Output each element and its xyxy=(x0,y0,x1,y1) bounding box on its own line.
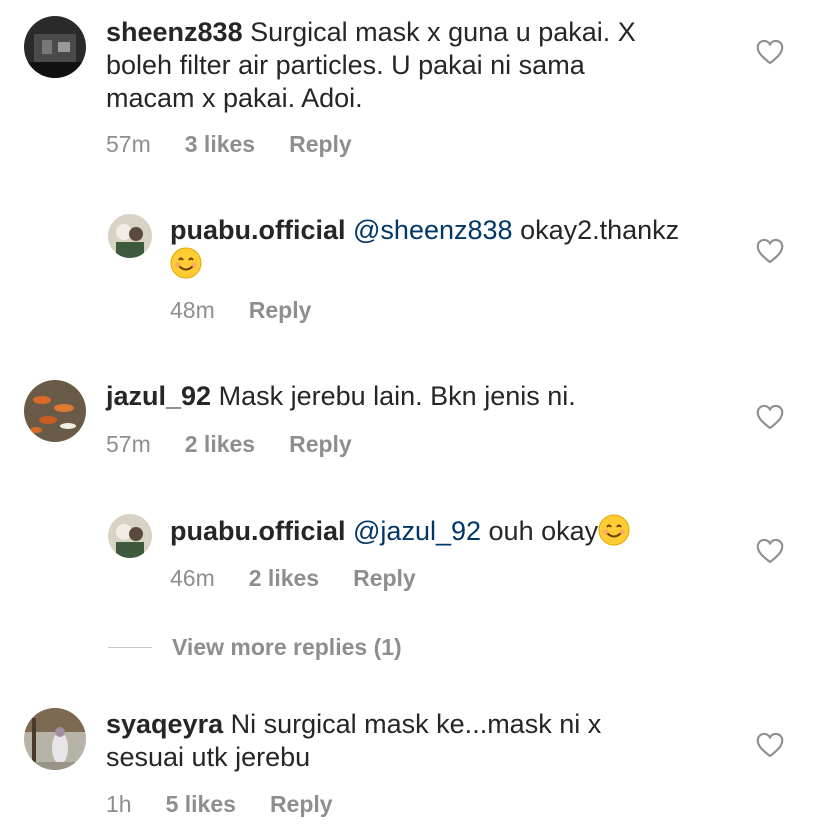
likes-count[interactable]: 3 likes xyxy=(185,131,255,158)
comment-meta: 57m 2 likes Reply xyxy=(106,431,386,458)
heart-icon[interactable] xyxy=(756,732,784,758)
avatar[interactable] xyxy=(108,214,152,258)
smiling-face-emoji-icon xyxy=(598,514,630,546)
avatar[interactable] xyxy=(24,708,86,770)
comment-meta: 57m 3 likes Reply xyxy=(106,131,386,158)
comment-meta: 1h 5 likes Reply xyxy=(106,791,367,818)
reply-button[interactable]: Reply xyxy=(289,131,352,158)
heart-icon[interactable] xyxy=(756,538,784,564)
comment-text: sheenz838 Surgical mask x guna u pakai. … xyxy=(106,17,636,113)
likes-count[interactable]: 5 likes xyxy=(166,791,236,818)
comment-meta: 46m 2 likes Reply xyxy=(170,565,450,592)
likes-count[interactable]: 2 likes xyxy=(185,431,255,458)
reply-button[interactable]: Reply xyxy=(270,791,333,818)
comment-meta: 48m Reply xyxy=(170,297,345,324)
view-more-replies-label[interactable]: View more replies (1) xyxy=(172,634,402,661)
username[interactable]: syaqeyra xyxy=(106,709,223,739)
timestamp: 57m xyxy=(106,431,151,457)
reply-button[interactable]: Reply xyxy=(289,431,352,458)
username[interactable]: puabu.official xyxy=(170,516,346,546)
comment-text: jazul_92 Mask jerebu lain. Bkn jenis ni. xyxy=(106,381,576,411)
divider xyxy=(108,647,152,648)
timestamp: 57m xyxy=(106,131,151,157)
mention-link[interactable]: @jazul_92 xyxy=(353,516,481,546)
timestamp: 1h xyxy=(106,791,132,817)
comment-text: puabu.official @sheenz838 okay2.thankz xyxy=(170,214,730,281)
timestamp: 46m xyxy=(170,565,215,591)
username[interactable]: puabu.official xyxy=(170,215,346,245)
reply-button[interactable]: Reply xyxy=(249,297,312,324)
avatar[interactable] xyxy=(24,16,86,78)
avatar[interactable] xyxy=(24,380,86,442)
timestamp: 48m xyxy=(170,297,215,323)
view-more-replies[interactable]: View more replies (1) xyxy=(108,634,402,661)
username[interactable]: jazul_92 xyxy=(106,381,211,411)
avatar[interactable] xyxy=(108,514,152,558)
likes-count[interactable]: 2 likes xyxy=(249,565,319,592)
username[interactable]: sheenz838 xyxy=(106,17,243,47)
reply-button[interactable]: Reply xyxy=(353,565,416,592)
comment-text: puabu.official @jazul_92 ouh okay xyxy=(170,514,730,548)
smiling-face-emoji-icon xyxy=(170,247,202,279)
mention-link[interactable]: @sheenz838 xyxy=(353,215,513,245)
heart-icon[interactable] xyxy=(756,404,784,430)
heart-icon[interactable] xyxy=(756,238,784,264)
comment-text: syaqeyra Ni surgical mask ke...mask ni x… xyxy=(106,709,602,772)
heart-icon[interactable] xyxy=(756,39,784,65)
